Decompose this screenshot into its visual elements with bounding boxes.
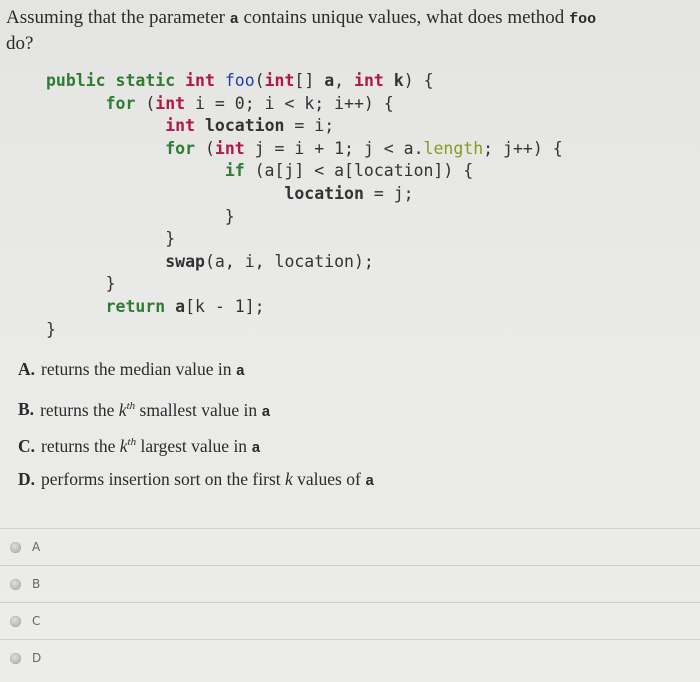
param-name: a: [229, 11, 239, 28]
code-line: for (int i = 0; i < k; i++) {: [105, 93, 394, 113]
choice-text: performs insertion sort on the first: [41, 468, 285, 489]
choice-b: B. returns the kth smallest value in a: [18, 394, 374, 431]
choice-text: values of: [292, 468, 366, 489]
choice-text: largest value in: [136, 435, 252, 456]
choice-a: A. returns the median value in a: [18, 357, 374, 394]
question-part: Assuming that the parameter: [6, 7, 230, 28]
radio-button[interactable]: [10, 615, 21, 627]
code-line: if (a[j] < a[location]) {: [224, 161, 474, 181]
choice-code: a: [365, 472, 375, 490]
choice-text: returns the median value in: [41, 359, 236, 379]
code-line: }: [46, 319, 56, 339]
option-label[interactable]: C: [32, 614, 40, 628]
code-line: public static int foo(int[] a, int k) {: [46, 71, 434, 90]
code-line: }: [46, 229, 176, 249]
code-line: swap(a, i, location);: [165, 251, 374, 271]
choice-list: A. returns the median value in a B. return…: [18, 357, 374, 503]
answer-radio-group: A B C D: [0, 528, 700, 676]
option-label[interactable]: D: [32, 651, 41, 665]
code-line: }: [46, 206, 235, 226]
code-line: location = j;: [284, 183, 414, 203]
option-label[interactable]: A: [32, 540, 40, 554]
code-line: int location = i;: [165, 116, 335, 136]
choice-var: k: [285, 468, 293, 489]
choice-code: a: [235, 363, 245, 380]
choice-label: D.: [18, 468, 36, 489]
choice-label: C.: [18, 435, 36, 456]
choice-sup: th: [127, 436, 137, 448]
choice-text: returns the: [40, 399, 119, 420]
option-label[interactable]: B: [32, 577, 40, 591]
choice-sup: th: [126, 399, 136, 412]
answer-option-a[interactable]: A: [0, 528, 700, 565]
choice-text: smallest value in: [135, 399, 262, 420]
answer-option-c[interactable]: C: [0, 602, 700, 639]
choice-text: returns the: [41, 435, 120, 456]
question-part: contains unique values, what does method: [238, 7, 570, 28]
radio-button[interactable]: [10, 578, 21, 590]
question-part: do?: [6, 33, 34, 54]
choice-var: k: [119, 435, 128, 456]
question-text: Assuming that the parameter a contains u…: [6, 6, 686, 56]
radio-button[interactable]: [10, 652, 21, 664]
code-line: for (int j = i + 1; j < a.length; j++) {: [165, 138, 563, 158]
choice-label: B.: [18, 399, 35, 420]
radio-button[interactable]: [10, 541, 21, 553]
choice-code: a: [261, 403, 271, 421]
method-name: foo: [569, 11, 597, 28]
choice-label: A.: [18, 359, 36, 379]
code-block: public static int foo(int[] a, int k) { …: [46, 70, 563, 341]
code-line: return a[k - 1];: [105, 296, 265, 316]
choice-var: k: [118, 399, 127, 420]
code-line: }: [46, 274, 116, 294]
answer-option-d[interactable]: D: [0, 639, 700, 676]
choice-d: D. performs insertion sort on the first k…: [18, 467, 374, 504]
choice-code: a: [251, 439, 261, 457]
answer-option-b[interactable]: B: [0, 565, 700, 602]
choice-c: C. returns the kth largest value in a: [18, 430, 374, 467]
